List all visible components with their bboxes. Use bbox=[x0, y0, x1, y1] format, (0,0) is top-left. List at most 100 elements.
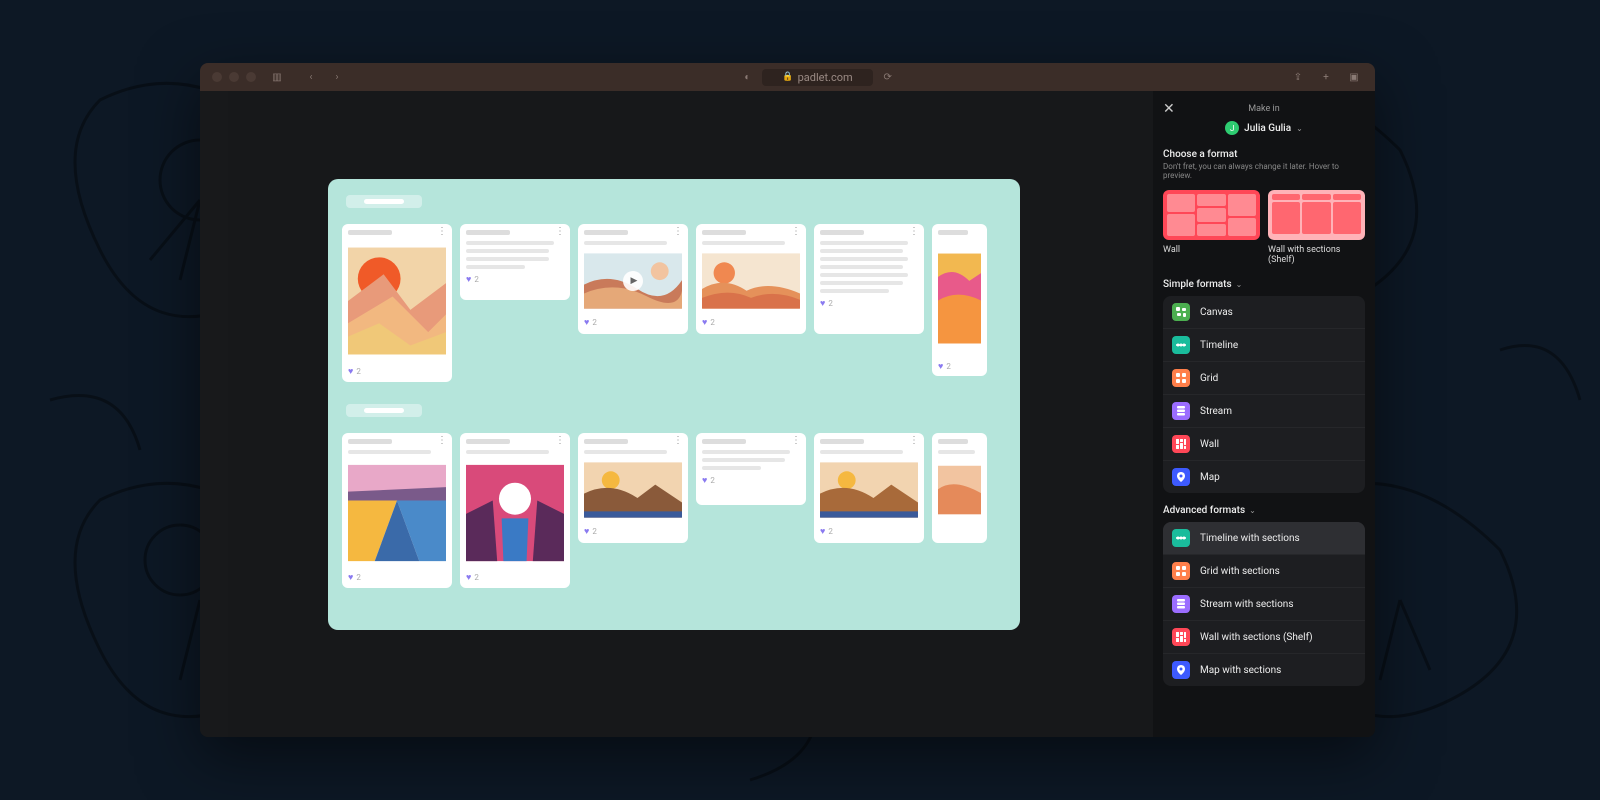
heart-icon[interactable]: ♥ bbox=[466, 572, 471, 583]
card-more-icon[interactable]: ⋮ bbox=[909, 230, 919, 234]
post-card[interactable]: ⋮ ♥2 bbox=[814, 433, 924, 543]
format-item-map[interactable]: Map bbox=[1163, 461, 1365, 493]
format-item-label: Canvas bbox=[1200, 307, 1233, 318]
format-item-wall[interactable]: Wall with sections (Shelf) bbox=[1163, 621, 1365, 654]
format-item-grid[interactable]: Grid with sections bbox=[1163, 555, 1365, 588]
post-card[interactable]: ⋮ ♥2 bbox=[696, 224, 806, 334]
canvas-icon bbox=[1172, 303, 1190, 321]
section-header-2 bbox=[346, 404, 422, 417]
heart-icon[interactable]: ♥ bbox=[820, 298, 825, 309]
address-bar[interactable]: 🔒 padlet.com bbox=[762, 69, 872, 86]
post-card[interactable]: ⋮ ♥2 bbox=[814, 224, 924, 334]
post-card[interactable]: ⋮ ♥2 bbox=[342, 433, 452, 588]
card-more-icon[interactable]: ⋮ bbox=[673, 439, 683, 443]
post-card[interactable]: ⋮ ♥2 bbox=[578, 433, 688, 543]
heart-icon[interactable]: ♥ bbox=[348, 572, 353, 583]
window-controls[interactable] bbox=[212, 72, 256, 82]
play-icon[interactable]: ▶ bbox=[623, 271, 643, 291]
heart-icon[interactable]: ♥ bbox=[938, 361, 943, 372]
map-icon bbox=[1172, 661, 1190, 679]
post-card[interactable]: ⋮ ▶ ♥2 bbox=[578, 224, 688, 334]
reload-button[interactable]: ⟳ bbox=[879, 68, 897, 86]
tabs-icon[interactable]: ▣ bbox=[1345, 68, 1363, 86]
card-more-icon[interactable]: ⋮ bbox=[437, 230, 447, 234]
chevron-down-icon: ⌄ bbox=[1296, 124, 1303, 133]
post-card[interactable]: ⋮ ♥2 bbox=[460, 433, 570, 588]
main-content: ⋮ ♥2 ⋮ ♥2 bbox=[200, 91, 1153, 737]
post-card[interactable]: ♥2 bbox=[932, 224, 987, 376]
back-button[interactable]: ‹ bbox=[302, 68, 320, 86]
map-icon bbox=[1172, 468, 1190, 486]
format-item-timeline[interactable]: Timeline bbox=[1163, 329, 1365, 362]
format-item-wall[interactable]: Wall bbox=[1163, 428, 1365, 461]
user-selector[interactable]: J Julia Gulia ⌄ bbox=[1163, 121, 1365, 135]
sidebar-toggle-icon[interactable]: ▥ bbox=[268, 68, 286, 86]
post-card[interactable] bbox=[932, 433, 987, 543]
close-panel-button[interactable]: ✕ bbox=[1163, 101, 1179, 117]
format-item-label: Map bbox=[1200, 472, 1220, 483]
post-card[interactable]: ⋮ ♥2 bbox=[460, 224, 570, 300]
simple-formats-header[interactable]: Simple formats ⌄ bbox=[1163, 279, 1365, 290]
heart-icon[interactable]: ♥ bbox=[348, 366, 353, 377]
chevron-down-icon: ⌄ bbox=[1249, 506, 1256, 515]
new-tab-icon[interactable]: + bbox=[1317, 68, 1335, 86]
wall-icon bbox=[1172, 435, 1190, 453]
format-item-label: Map with sections bbox=[1200, 665, 1281, 676]
card-more-icon[interactable]: ⋮ bbox=[909, 439, 919, 443]
browser-window: ▥ ‹ › ◐ 🔒 padlet.com ⟳ ⇪ + ▣ bbox=[200, 63, 1375, 737]
format-item-stream[interactable]: Stream with sections bbox=[1163, 588, 1365, 621]
heart-icon[interactable]: ♥ bbox=[466, 274, 471, 285]
card-more-icon[interactable]: ⋮ bbox=[555, 230, 565, 234]
heart-icon[interactable]: ♥ bbox=[820, 526, 825, 537]
format-item-label: Wall with sections (Shelf) bbox=[1200, 632, 1313, 643]
stream-icon bbox=[1172, 402, 1190, 420]
card-more-icon[interactable]: ⋮ bbox=[555, 439, 565, 443]
heart-icon[interactable]: ♥ bbox=[702, 475, 707, 486]
maximize-window-button[interactable] bbox=[246, 72, 256, 82]
format-item-timeline[interactable]: Timeline with sections bbox=[1163, 522, 1365, 555]
grid-icon bbox=[1172, 369, 1190, 387]
format-item-grid[interactable]: Grid bbox=[1163, 362, 1365, 395]
section-header-1 bbox=[346, 195, 422, 208]
format-item-label: Stream with sections bbox=[1200, 599, 1294, 610]
app-sidebar bbox=[200, 91, 228, 737]
format-item-map[interactable]: Map with sections bbox=[1163, 654, 1365, 686]
url-text: padlet.com bbox=[798, 71, 853, 84]
timeline-icon bbox=[1172, 529, 1190, 547]
close-window-button[interactable] bbox=[212, 72, 222, 82]
format-item-label: Timeline bbox=[1200, 340, 1238, 351]
share-icon[interactable]: ⇪ bbox=[1289, 68, 1307, 86]
shield-icon[interactable]: ◐ bbox=[738, 68, 756, 86]
heart-icon[interactable]: ♥ bbox=[584, 317, 589, 328]
chevron-down-icon: ⌄ bbox=[1236, 280, 1243, 289]
format-item-label: Timeline with sections bbox=[1200, 533, 1300, 544]
format-card-shelf[interactable]: Wall with sections (Shelf) bbox=[1268, 190, 1365, 265]
card-more-icon[interactable]: ⋮ bbox=[437, 439, 447, 443]
simple-formats-list: Canvas Timeline Grid Stream Wall Map bbox=[1163, 296, 1365, 493]
format-item-label: Wall bbox=[1200, 439, 1219, 450]
advanced-formats-header[interactable]: Advanced formats ⌄ bbox=[1163, 505, 1365, 516]
format-item-label: Grid with sections bbox=[1200, 566, 1280, 577]
format-item-stream[interactable]: Stream bbox=[1163, 395, 1365, 428]
minimize-window-button[interactable] bbox=[229, 72, 239, 82]
format-item-label: Grid bbox=[1200, 373, 1218, 384]
user-name: Julia Gulia bbox=[1244, 123, 1291, 134]
avatar: J bbox=[1225, 121, 1239, 135]
card-more-icon[interactable]: ⋮ bbox=[791, 230, 801, 234]
format-item-canvas[interactable]: Canvas bbox=[1163, 296, 1365, 329]
format-card-wall[interactable]: Wall bbox=[1163, 190, 1260, 265]
format-preview: ⋮ ♥2 ⋮ ♥2 bbox=[328, 179, 1020, 630]
post-card[interactable]: ⋮ ♥2 bbox=[342, 224, 452, 382]
card-row: ⋮ ♥2 ⋮ ♥2 bbox=[342, 224, 1006, 382]
lock-icon: 🔒 bbox=[782, 72, 793, 82]
heart-icon[interactable]: ♥ bbox=[584, 526, 589, 537]
card-more-icon[interactable]: ⋮ bbox=[791, 439, 801, 443]
browser-toolbar: ▥ ‹ › ◐ 🔒 padlet.com ⟳ ⇪ + ▣ bbox=[200, 63, 1375, 91]
forward-button[interactable]: › bbox=[328, 68, 346, 86]
heart-icon[interactable]: ♥ bbox=[702, 317, 707, 328]
card-row: ⋮ ♥2 ⋮ bbox=[342, 433, 1006, 588]
make-in-label: Make in bbox=[1179, 104, 1349, 114]
card-more-icon[interactable]: ⋮ bbox=[673, 230, 683, 234]
post-card[interactable]: ⋮ ♥2 bbox=[696, 433, 806, 505]
choose-format-title: Choose a format bbox=[1163, 149, 1365, 160]
